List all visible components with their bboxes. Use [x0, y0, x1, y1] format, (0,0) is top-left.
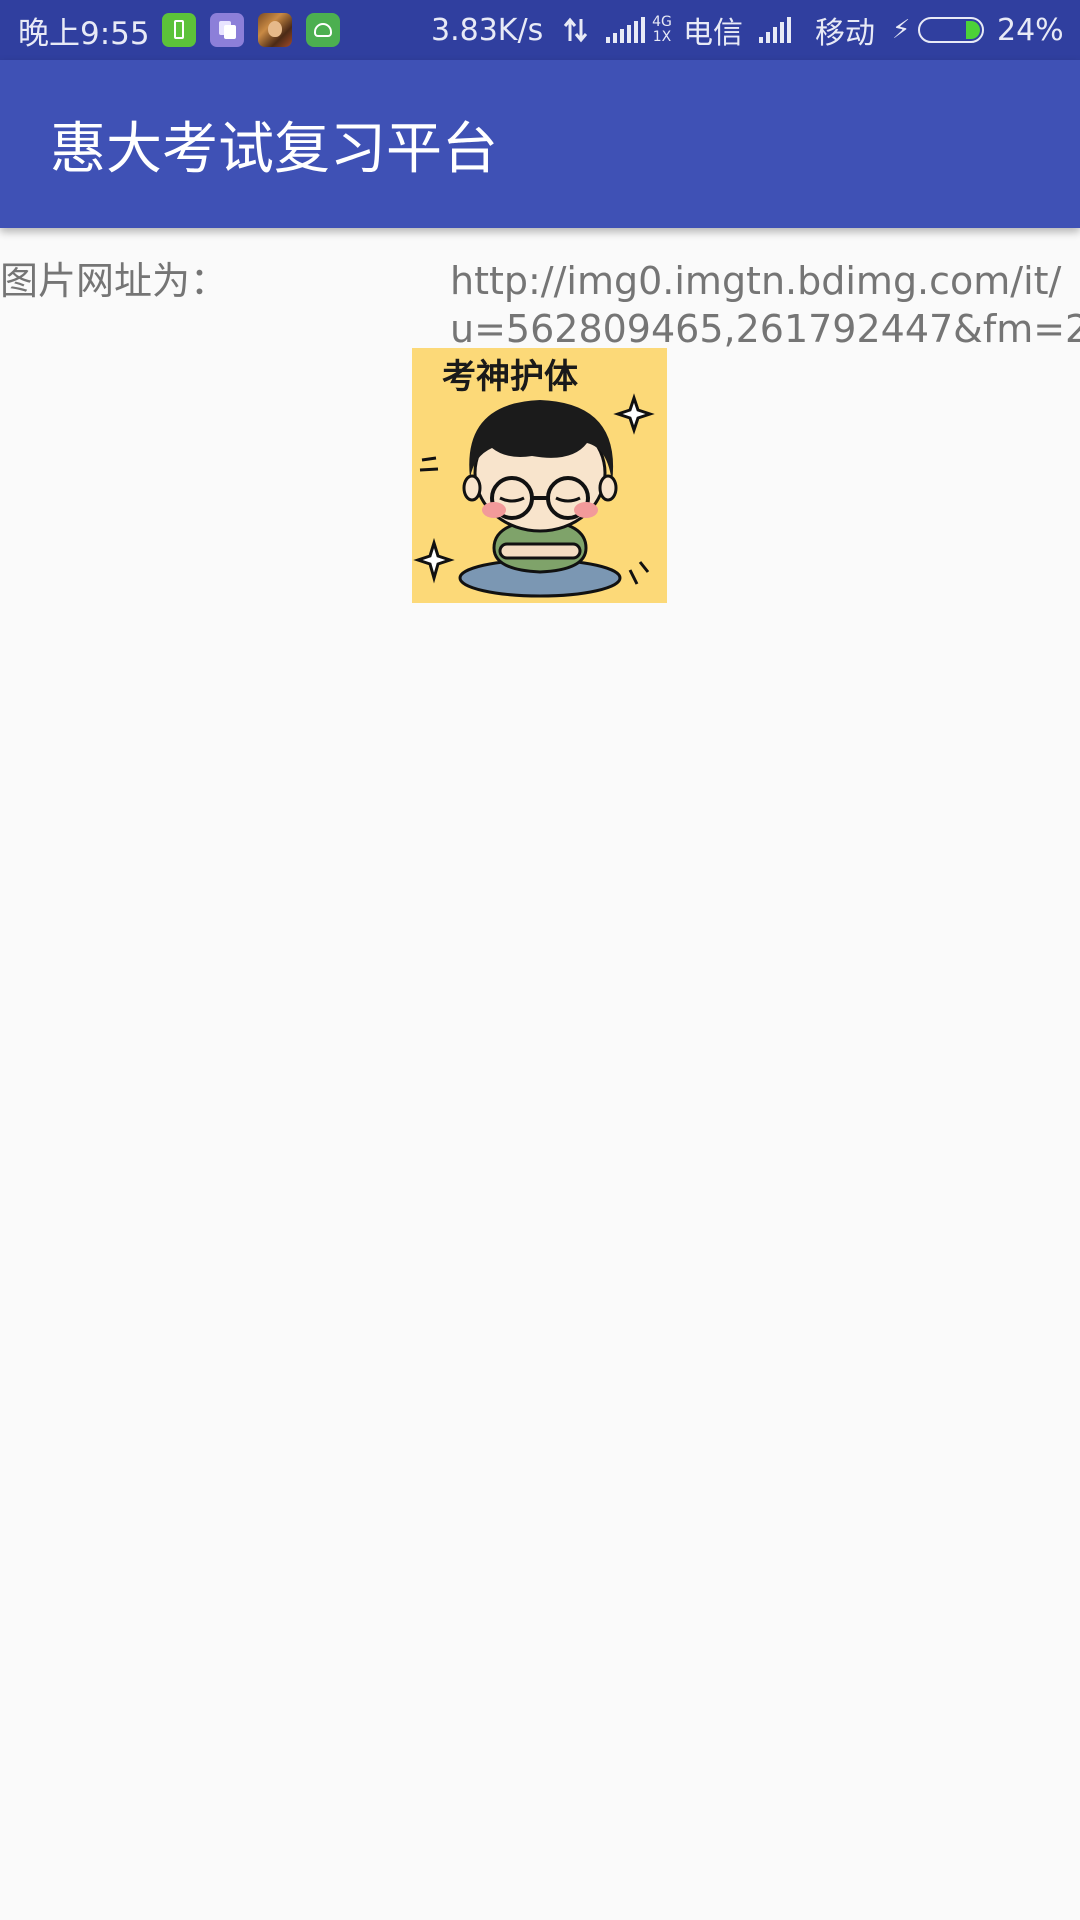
url-label: 图片网址为： — [0, 259, 229, 303]
battery-percent: 24% — [997, 12, 1064, 48]
url-line-2: u=562809465,261792447&fm=27& — [450, 307, 1080, 351]
status-time: 晚上9:55 — [18, 15, 150, 52]
signal-strength-icon-2 — [759, 0, 799, 60]
stack-app-icon — [210, 13, 244, 47]
loaded-image: 考神护体 — [412, 348, 667, 603]
carrier-label-1: 电信 — [683, 16, 743, 51]
cartoon-sticker-image: 考神护体 — [412, 348, 667, 603]
status-bar: 晚上9:55 3.83K/s 4G 1X 电信 移动 ⚡ 24% — [0, 0, 1080, 60]
network-type-top: 4G — [652, 14, 672, 30]
network-speed: 3.83K/s — [431, 12, 544, 48]
signal-strength-icon-1 — [606, 0, 645, 60]
carrier-label-2: 移动 — [815, 16, 875, 51]
url-line-1: http://img0.imgtn.bdimg.com/it/ — [450, 259, 1062, 303]
battery-app-icon — [162, 13, 196, 47]
network-type: 4G 1X — [651, 0, 673, 60]
battery-icon — [918, 0, 988, 60]
app-bar: 惠大考试复习平台 — [0, 60, 1080, 228]
url-value: http://img0.imgtn.bdimg.com/it/ u=562809… — [450, 257, 1080, 353]
game-app-icon — [258, 13, 292, 47]
sticker-caption: 考神护体 — [442, 357, 578, 397]
app-title: 惠大考试复习平台 — [50, 116, 498, 182]
charging-icon: ⚡ — [892, 15, 911, 45]
battery-fill — [966, 21, 980, 39]
data-transfer-icon — [561, 0, 591, 60]
android-app-icon — [306, 13, 340, 47]
network-type-bottom: 1X — [652, 29, 672, 45]
